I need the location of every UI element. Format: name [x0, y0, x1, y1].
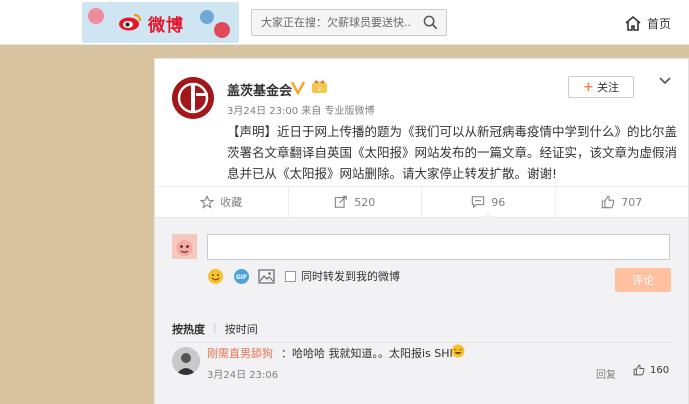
commenter-photo-icon [172, 347, 200, 375]
sort-divider: | [213, 321, 217, 334]
comment-section: GIF 同时转发到我的微博 评论 按热度 | 按时间 刚需直男舔狗 ：哈哈哈 我… [155, 218, 688, 404]
favorite-button[interactable]: 收藏 [155, 187, 289, 217]
comment-icon [472, 196, 485, 209]
search-input[interactable] [252, 10, 412, 35]
repost-button[interactable]: 520 [289, 187, 422, 217]
like-button[interactable]: 707 [556, 187, 689, 217]
follow-label: 关注 [596, 81, 619, 94]
comment-input[interactable] [207, 234, 670, 260]
weibo-eye-icon [119, 14, 141, 31]
svg-text:GIF: GIF [236, 274, 247, 281]
thumbs-up-icon [602, 195, 615, 209]
comment-text: ：哈哈哈 我就知道。。太阳报is SHIT [281, 347, 460, 360]
search-box [251, 9, 447, 36]
author-avatar[interactable] [172, 77, 214, 119]
repost-count: 520 [354, 195, 376, 209]
comment-reply-button[interactable]: 回复 [596, 366, 616, 381]
laughing-emoji-icon [451, 344, 465, 358]
thumbs-up-icon [633, 364, 645, 376]
home-link[interactable]: 首页 [624, 13, 671, 33]
image-icon[interactable] [258, 268, 275, 285]
post-meta: 3月24日 23:00 来自 专业版微博 [227, 106, 375, 117]
like-count: 707 [621, 195, 643, 209]
home-icon [625, 15, 641, 31]
search-icon[interactable] [423, 15, 438, 30]
vip-crown-icon[interactable]: V [311, 79, 328, 94]
post-content: 【声明】近日于网上传播的题为《我们可以从新冠病毒疫情中学到什么》的比尔盖茨署名文… [227, 124, 678, 181]
verified-badge-icon [290, 81, 306, 95]
gates-foundation-logo-icon [172, 77, 214, 119]
weibo-post-card: 盖茨基金会 V 3月24日 23:00 来自 专业版微博 + 关注 【声明】近日… [154, 58, 689, 404]
favorite-label: 收藏 [220, 196, 243, 209]
follow-button[interactable]: + 关注 [568, 76, 634, 98]
sort-by-hot-tab[interactable]: 按热度 [172, 321, 205, 342]
sort-by-time-tab[interactable]: 按时间 [225, 321, 258, 342]
heart-decoration-right [214, 22, 230, 38]
chevron-down-icon[interactable] [657, 73, 673, 89]
weibo-logo-text: 微博 [148, 16, 184, 36]
top-navigation-bar: 微博 首页 [0, 0, 689, 45]
repost-checkbox-label: 同时转发到我的微博 [301, 270, 400, 283]
comment-submit-button[interactable]: 评论 [615, 268, 671, 292]
cartoon-avatar-icon [172, 234, 197, 259]
emoji-icon[interactable] [207, 268, 224, 285]
author-name[interactable]: 盖茨基金会 [227, 80, 292, 99]
comment-time: 3月24日 23:06 [207, 370, 279, 381]
commenter-avatar[interactable] [172, 347, 200, 375]
commenter-name[interactable]: 刚需直男舔狗 [207, 345, 273, 361]
home-label: 首页 [647, 16, 672, 31]
post-action-bar: 收藏 520 96 707 [155, 186, 688, 218]
comment-like-count: 160 [650, 364, 670, 376]
plus-icon: + [583, 79, 594, 95]
comment-button[interactable]: 96 [422, 187, 556, 218]
comment-sort-tabs: 按热度 | 按时间 [172, 321, 672, 343]
repost-icon [335, 195, 348, 208]
repost-checkbox[interactable] [285, 271, 296, 282]
comment-count: 96 [491, 195, 506, 209]
my-avatar [172, 234, 197, 259]
gif-icon[interactable]: GIF [233, 268, 250, 285]
comment-like-button[interactable]: 160 [633, 364, 669, 376]
star-icon [200, 195, 215, 209]
weibo-logo-banner[interactable]: 微博 [82, 2, 239, 43]
heart-decoration [88, 8, 104, 24]
doctor-figure-decoration [200, 10, 214, 24]
